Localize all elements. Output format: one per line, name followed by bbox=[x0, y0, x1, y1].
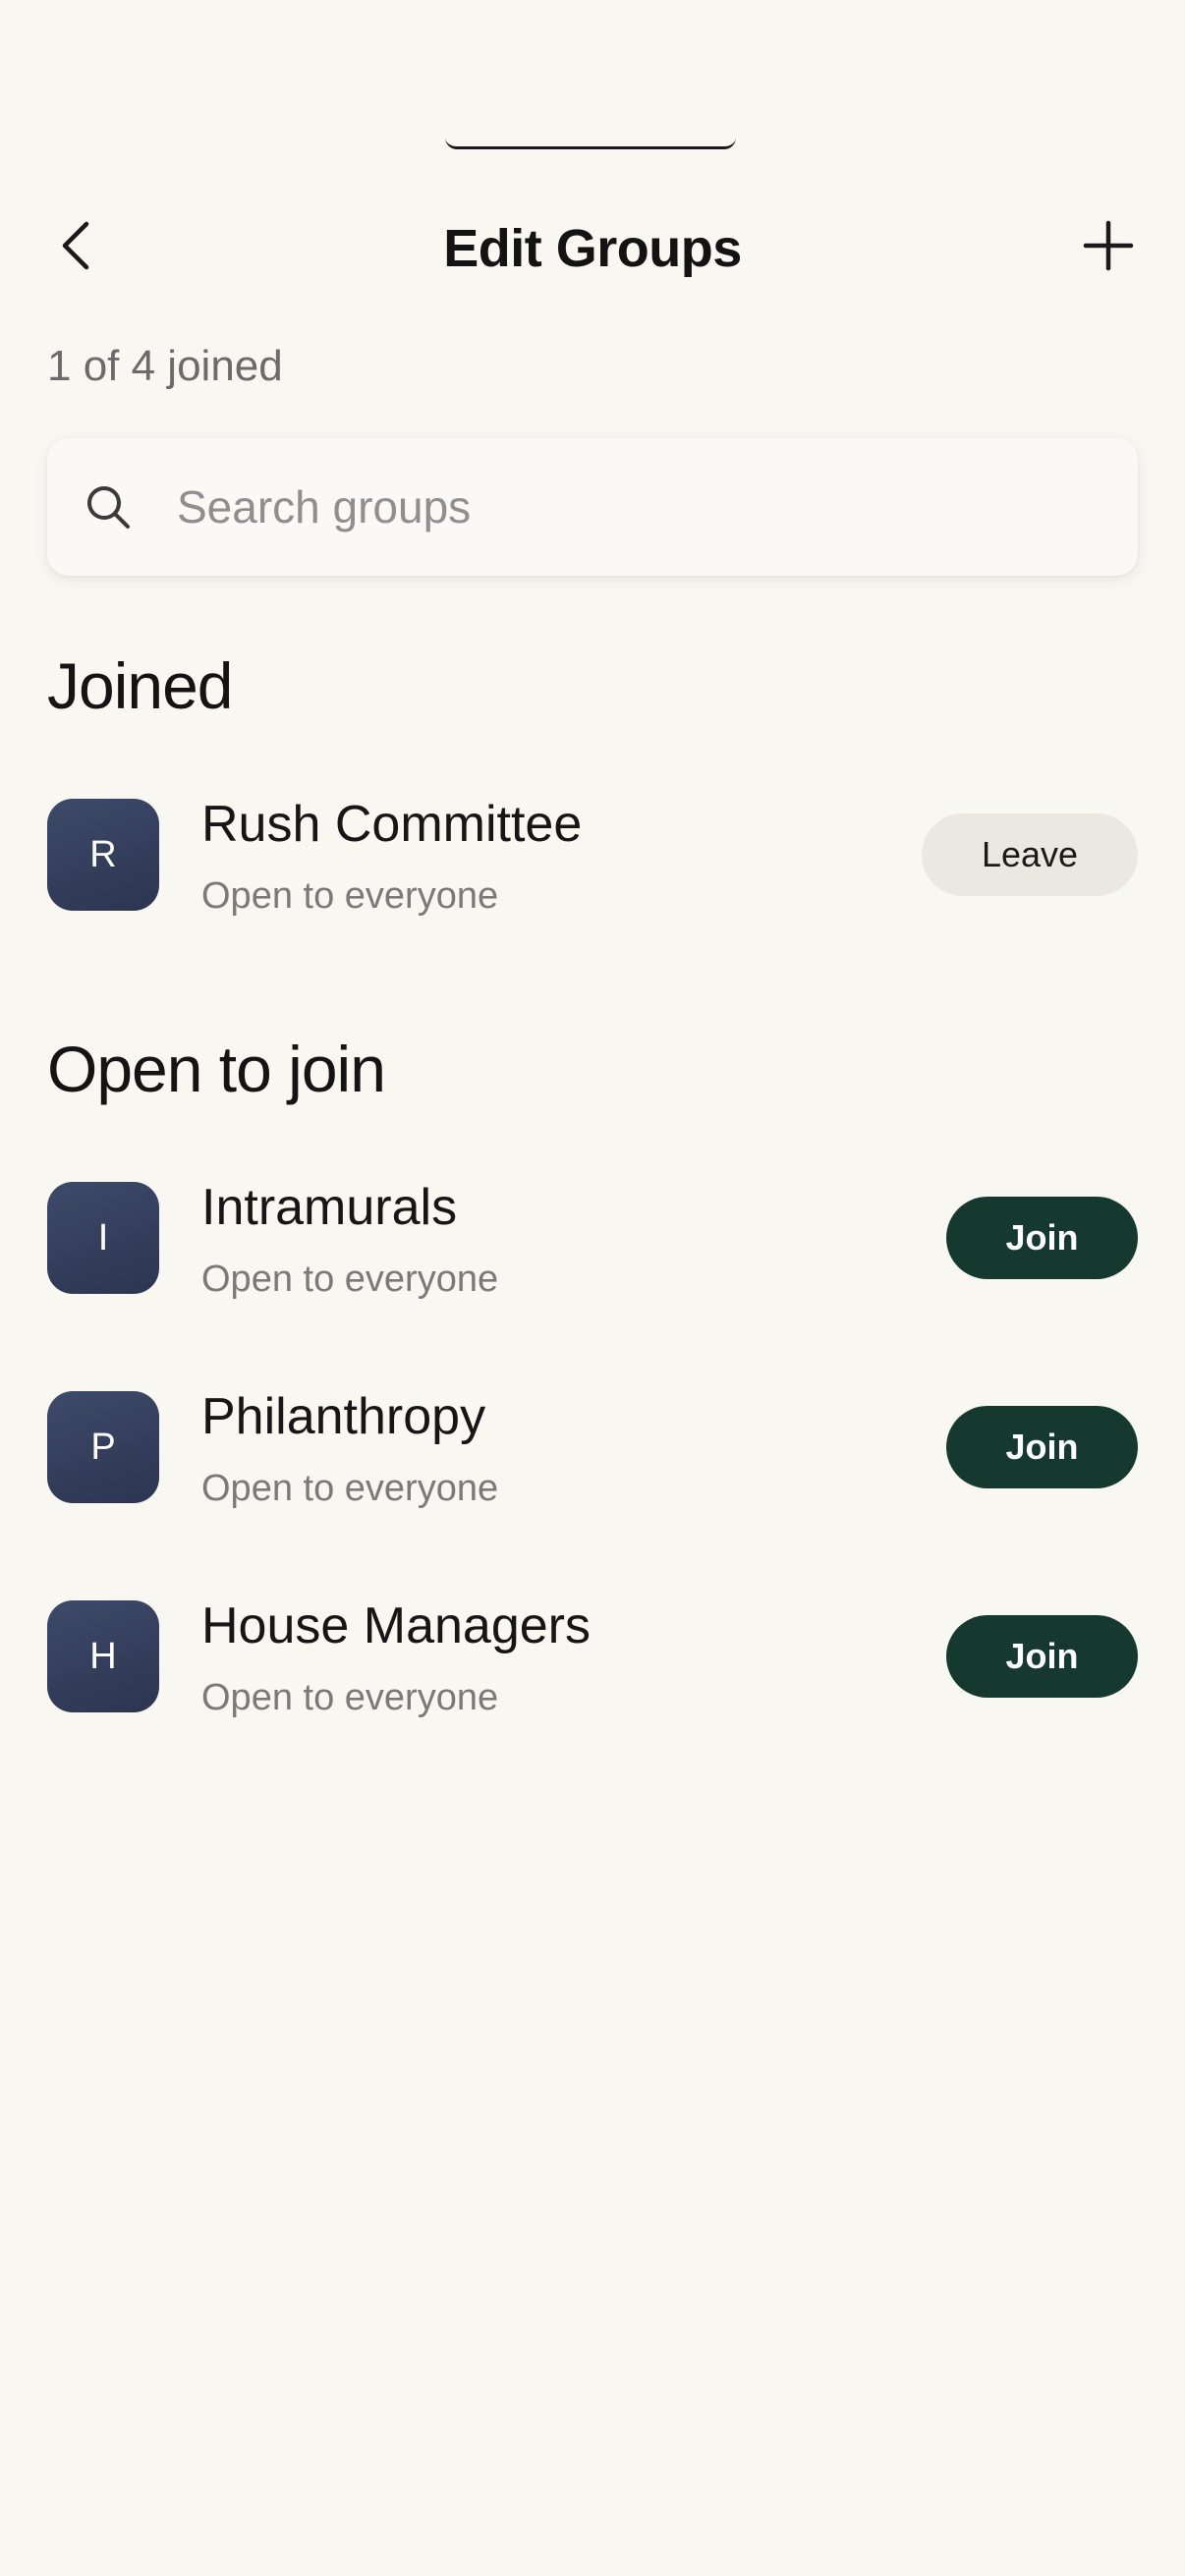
group-visibility: Open to everyone bbox=[201, 875, 499, 917]
joined-count: 1 of 4 joined bbox=[47, 342, 283, 390]
leave-button[interactable]: Leave bbox=[922, 813, 1138, 896]
group-name: House Managers bbox=[201, 1597, 591, 1654]
search-bar[interactable] bbox=[47, 438, 1138, 576]
group-row-house-managers: H House Managers Open to everyone Join bbox=[47, 1597, 1138, 1718]
add-group-button[interactable] bbox=[1079, 216, 1138, 275]
page-title: Edit Groups bbox=[443, 219, 742, 278]
search-input[interactable] bbox=[177, 438, 1100, 576]
section-title-open-to-join: Open to join bbox=[47, 1033, 386, 1105]
group-visibility: Open to everyone bbox=[201, 1259, 499, 1300]
header: Edit Groups bbox=[0, 196, 1185, 305]
group-avatar: H bbox=[47, 1600, 159, 1712]
group-avatar: P bbox=[47, 1391, 159, 1503]
section-title-joined: Joined bbox=[47, 649, 233, 722]
join-button[interactable]: Join bbox=[946, 1615, 1138, 1698]
group-visibility: Open to everyone bbox=[201, 1468, 499, 1509]
dynamic-island-indicator bbox=[445, 138, 736, 149]
group-name: Intramurals bbox=[201, 1179, 458, 1236]
group-row-philanthropy: P Philanthropy Open to everyone Join bbox=[47, 1388, 1138, 1509]
search-icon bbox=[87, 486, 130, 529]
plus-icon bbox=[1083, 220, 1134, 271]
join-button[interactable]: Join bbox=[946, 1406, 1138, 1488]
group-avatar: R bbox=[47, 799, 159, 911]
group-row-intramurals: I Intramurals Open to everyone Join bbox=[47, 1179, 1138, 1300]
group-name: Rush Committee bbox=[201, 796, 583, 853]
group-row-rush-committee: R Rush Committee Open to everyone Leave bbox=[47, 796, 1138, 917]
group-avatar: I bbox=[47, 1182, 159, 1294]
group-visibility: Open to everyone bbox=[201, 1677, 499, 1718]
group-name: Philanthropy bbox=[201, 1388, 486, 1445]
join-button[interactable]: Join bbox=[946, 1197, 1138, 1279]
